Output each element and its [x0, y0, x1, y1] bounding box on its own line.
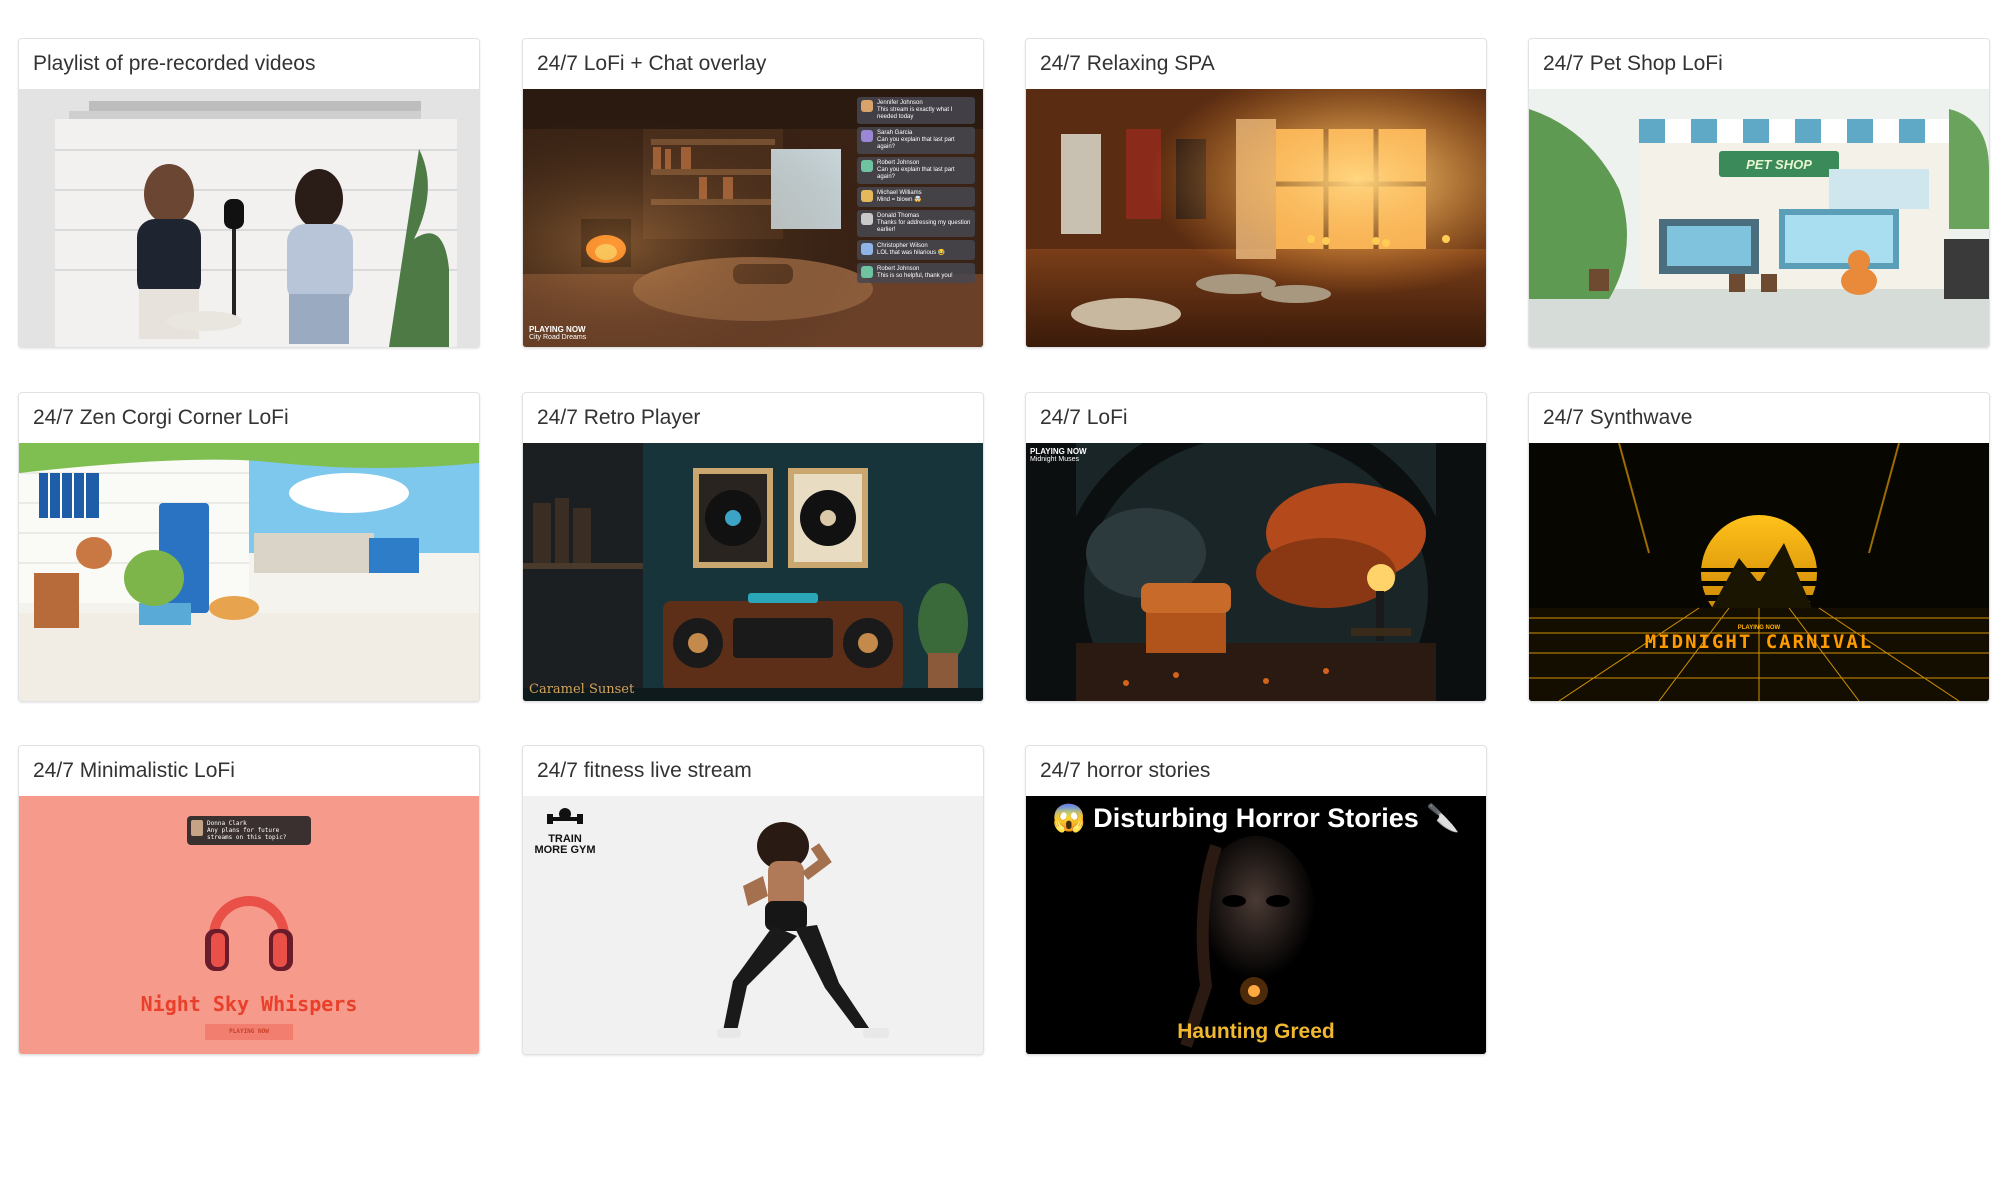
avatar-icon: [861, 243, 873, 255]
card-title: 24/7 Minimalistic LoFi: [33, 759, 235, 782]
card-title: 24/7 Zen Corgi Corner LoFi: [33, 406, 289, 429]
avatar-icon: [861, 213, 873, 225]
avatar-icon: [861, 160, 873, 172]
chat-text: Thanks for addressing my question earlie…: [877, 220, 971, 233]
card-title: 24/7 Synthwave: [1543, 406, 1693, 429]
avatar-icon: [861, 130, 873, 142]
now-playing: PLAYING NOW MIDNIGHT CARNIVAL: [1529, 625, 1989, 653]
chat-message: Christopher Wilson LOL that was hilarious…: [857, 240, 975, 260]
gym-logo-icon: [547, 808, 583, 824]
stream-card-playlist[interactable]: Playlist of pre-recorded videos: [18, 38, 480, 348]
card-thumbnail[interactable]: PLAYING NOW MIDNIGHT CARNIVAL: [1529, 443, 1989, 701]
track-name: Midnight Muses: [1030, 456, 1080, 463]
stream-card-relaxing-spa[interactable]: 24/7 Relaxing SPA: [1025, 38, 1487, 348]
stream-card-lofi[interactable]: 24/7 LoFi PLAYING NOW Midnight Muses: [1025, 392, 1487, 702]
card-title: Playlist of pre-recorded videos: [33, 52, 316, 75]
avatar-icon: [191, 820, 203, 836]
playing-label: PLAYING NOW: [1030, 447, 1087, 456]
headphones-icon: [205, 896, 293, 971]
stream-card-lofi-chat[interactable]: 24/7 LoFi + Chat overlay Jennifer Johnso…: [522, 38, 984, 348]
avatar-icon: [861, 190, 873, 202]
card-thumbnail[interactable]: PET SHOP: [1529, 89, 1989, 347]
stream-card-pet-shop[interactable]: 24/7 Pet Shop LoFi PET SHOP: [1528, 38, 1990, 348]
chat-author: Robert Johnson: [877, 160, 920, 166]
card-thumbnail[interactable]: [19, 89, 479, 347]
chat-text: Any plans for future streams on this top…: [207, 827, 287, 841]
chat-message: Sarah Garcia Can you explain that last pa…: [857, 127, 975, 154]
card-thumbnail[interactable]: 😱 Disturbing Horror Stories 🔪 Haunting G…: [1026, 796, 1486, 1054]
playing-label: PLAYING NOW: [529, 325, 586, 334]
chat-author: Jennifer Johnson: [877, 100, 923, 106]
card-thumbnail[interactable]: Jennifer Johnson This stream is exactly w…: [523, 89, 983, 347]
card-title: 24/7 Relaxing SPA: [1040, 52, 1215, 75]
chat-author: Robert Johnson: [877, 266, 920, 272]
chat-text: This is so helpful, thank you!: [877, 273, 953, 279]
card-thumbnail[interactable]: PLAYING NOW Midnight Muses: [1026, 443, 1486, 701]
track-name: Caramel Sunset: [529, 682, 635, 697]
chat-text: Can you explain that last part again?: [877, 137, 955, 150]
chat-message: Michael Williams Mind = blown 🤯: [857, 187, 975, 207]
athlete-figure: [717, 822, 889, 1038]
chat-author: Michael Williams: [877, 190, 922, 196]
stream-card-retro-player[interactable]: 24/7 Retro Player Caramel Sunset: [522, 392, 984, 702]
track-name: Night Sky Whispers: [140, 992, 358, 1016]
gym-logo-text: TRAIN MORE GYM: [534, 833, 596, 856]
card-thumbnail[interactable]: TRAIN MORE GYM: [523, 796, 983, 1054]
track-name: Haunting Greed: [1177, 1020, 1335, 1043]
chat-message: Robert Johnson Can you explain that last …: [857, 157, 975, 184]
chat-message: Jennifer Johnson This stream is exactly w…: [857, 97, 975, 124]
chat-text: This stream is exactly what I needed tod…: [877, 107, 953, 120]
avatar-icon: [861, 266, 873, 278]
chat-message: Donna Clark Any plans for future streams…: [187, 816, 311, 845]
chat-text: LOL that was hilarious 😂: [877, 250, 946, 256]
chat-text: Can you explain that last part again?: [877, 167, 955, 180]
stream-card-horror-stories[interactable]: 24/7 horror stories 😱 Disturbing Horror …: [1025, 745, 1487, 1055]
card-title: 24/7 LoFi + Chat overlay: [537, 52, 767, 75]
chat-overlay: Jennifer Johnson This stream is exactly w…: [857, 97, 975, 283]
chat-author: Christopher Wilson: [877, 243, 928, 249]
chat-message: Donald Thomas Thanks for addressing my qu…: [857, 210, 975, 237]
playing-label: PLAYING NOW: [205, 1024, 293, 1040]
card-thumbnail[interactable]: [19, 443, 479, 701]
stream-card-zen-corgi[interactable]: 24/7 Zen Corgi Corner LoFi: [18, 392, 480, 702]
track-name: City Road Dreams: [529, 334, 587, 341]
chat-message: Robert Johnson This is so helpful, thank …: [857, 263, 975, 283]
track-name: MIDNIGHT CARNIVAL: [1644, 631, 1874, 653]
shop-sign: PET SHOP: [1746, 157, 1812, 172]
card-title: 24/7 LoFi: [1040, 406, 1128, 429]
card-title: 24/7 horror stories: [1040, 759, 1211, 782]
chat-text: Mind = blown 🤯: [877, 197, 922, 203]
card-title: 24/7 Pet Shop LoFi: [1543, 52, 1723, 75]
card-title: 24/7 Retro Player: [537, 406, 701, 429]
avatar-icon: [861, 100, 873, 112]
now-playing: PLAYING NOW City Road Dreams: [529, 325, 586, 341]
card-title: 24/7 fitness live stream: [537, 759, 752, 782]
now-playing: PLAYING NOW Midnight Muses: [1030, 447, 1087, 463]
stream-card-synthwave[interactable]: 24/7 Synthwave PLAYING NOW MIDNIGHT CARN…: [1528, 392, 1990, 702]
card-thumbnail[interactable]: Caramel Sunset: [523, 443, 983, 701]
chat-author: Donna Clark: [207, 820, 247, 827]
horror-heading: 😱 Disturbing Horror Stories 🔪: [1052, 803, 1460, 833]
chat-author: Donald Thomas: [877, 213, 920, 219]
stream-card-minimalistic-lofi[interactable]: 24/7 Minimalistic LoFi Donna Clark Any p…: [18, 745, 480, 1055]
card-thumbnail[interactable]: Donna Clark Any plans for future streams…: [19, 796, 479, 1054]
card-thumbnail[interactable]: [1026, 89, 1486, 347]
stream-card-fitness[interactable]: 24/7 fitness live stream TRAIN MORE GYM: [522, 745, 984, 1055]
chat-author: Sarah Garcia: [877, 130, 913, 136]
